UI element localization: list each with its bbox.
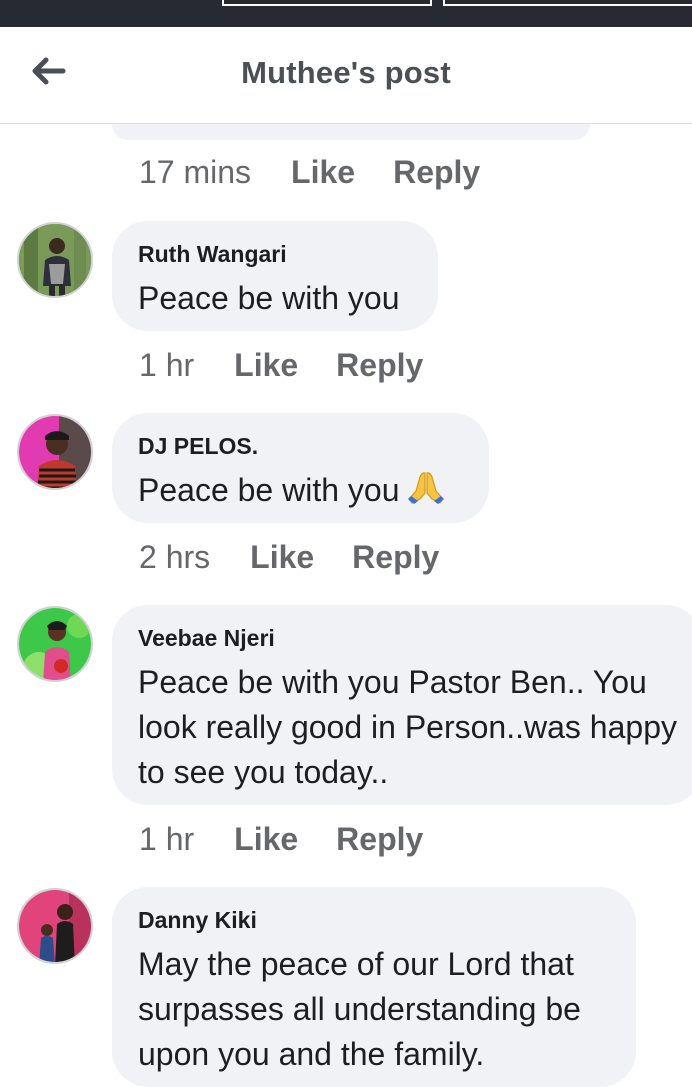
comment-author[interactable]: DJ PELOS. — [138, 433, 463, 460]
comment-text: Peace be with you Pastor Ben.. You look … — [138, 664, 677, 790]
person-photo-icon — [19, 890, 91, 962]
like-button[interactable]: Like — [234, 821, 298, 858]
comment-actions-previous: 17 mins Like Reply — [139, 154, 480, 191]
status-bar — [0, 0, 692, 27]
comment-bubble: Ruth Wangari Peace be with you — [112, 221, 438, 331]
comment-text: May the peace of our Lord that surpasses… — [138, 946, 581, 1072]
comment-actions: 2 hrs Like Reply — [139, 539, 439, 576]
comment-bubble: Danny Kiki May the peace of our Lord tha… — [112, 887, 636, 1087]
folded-hands-icon — [406, 469, 446, 517]
comment-actions: 1 hr Like Reply — [139, 347, 423, 384]
comment-bubble: Veebae Njeri Peace be with you Pastor Be… — [112, 605, 692, 805]
like-button[interactable]: Like — [250, 539, 314, 576]
comment-time[interactable]: 17 mins — [139, 154, 251, 191]
comment-author[interactable]: Danny Kiki — [138, 907, 610, 934]
status-tab-left — [222, 0, 432, 6]
comment-text: Peace be with you — [138, 472, 400, 508]
comment-actions: 1 hr Like Reply — [139, 821, 423, 858]
reply-button[interactable]: Reply — [336, 821, 423, 858]
status-tab-right — [443, 0, 692, 6]
comment-author[interactable]: Veebae Njeri — [138, 625, 676, 652]
person-photo-icon — [19, 224, 91, 296]
comment-text-line: Peace be with you — [138, 468, 463, 517]
like-button[interactable]: Like — [291, 154, 355, 191]
like-button[interactable]: Like — [234, 347, 298, 384]
comment-time[interactable]: 1 hr — [139, 347, 194, 384]
comment-time[interactable]: 1 hr — [139, 821, 194, 858]
comment-time[interactable]: 2 hrs — [139, 539, 210, 576]
previous-comment-bubble — [112, 124, 590, 140]
reply-button[interactable]: Reply — [336, 347, 423, 384]
comment-bubble: DJ PELOS. Peace be with you — [112, 413, 489, 523]
person-photo-icon — [19, 608, 91, 680]
comment-text: Peace be with you — [138, 280, 400, 316]
header: Muthee's post — [0, 27, 692, 124]
reply-button[interactable]: Reply — [352, 539, 439, 576]
comment-author[interactable]: Ruth Wangari — [138, 241, 412, 268]
avatar[interactable] — [17, 606, 93, 682]
person-photo-icon — [19, 416, 91, 488]
avatar[interactable] — [17, 888, 93, 964]
avatar[interactable] — [17, 222, 93, 298]
reply-button[interactable]: Reply — [393, 154, 480, 191]
avatar[interactable] — [17, 414, 93, 490]
page-title: Muthee's post — [241, 55, 451, 90]
